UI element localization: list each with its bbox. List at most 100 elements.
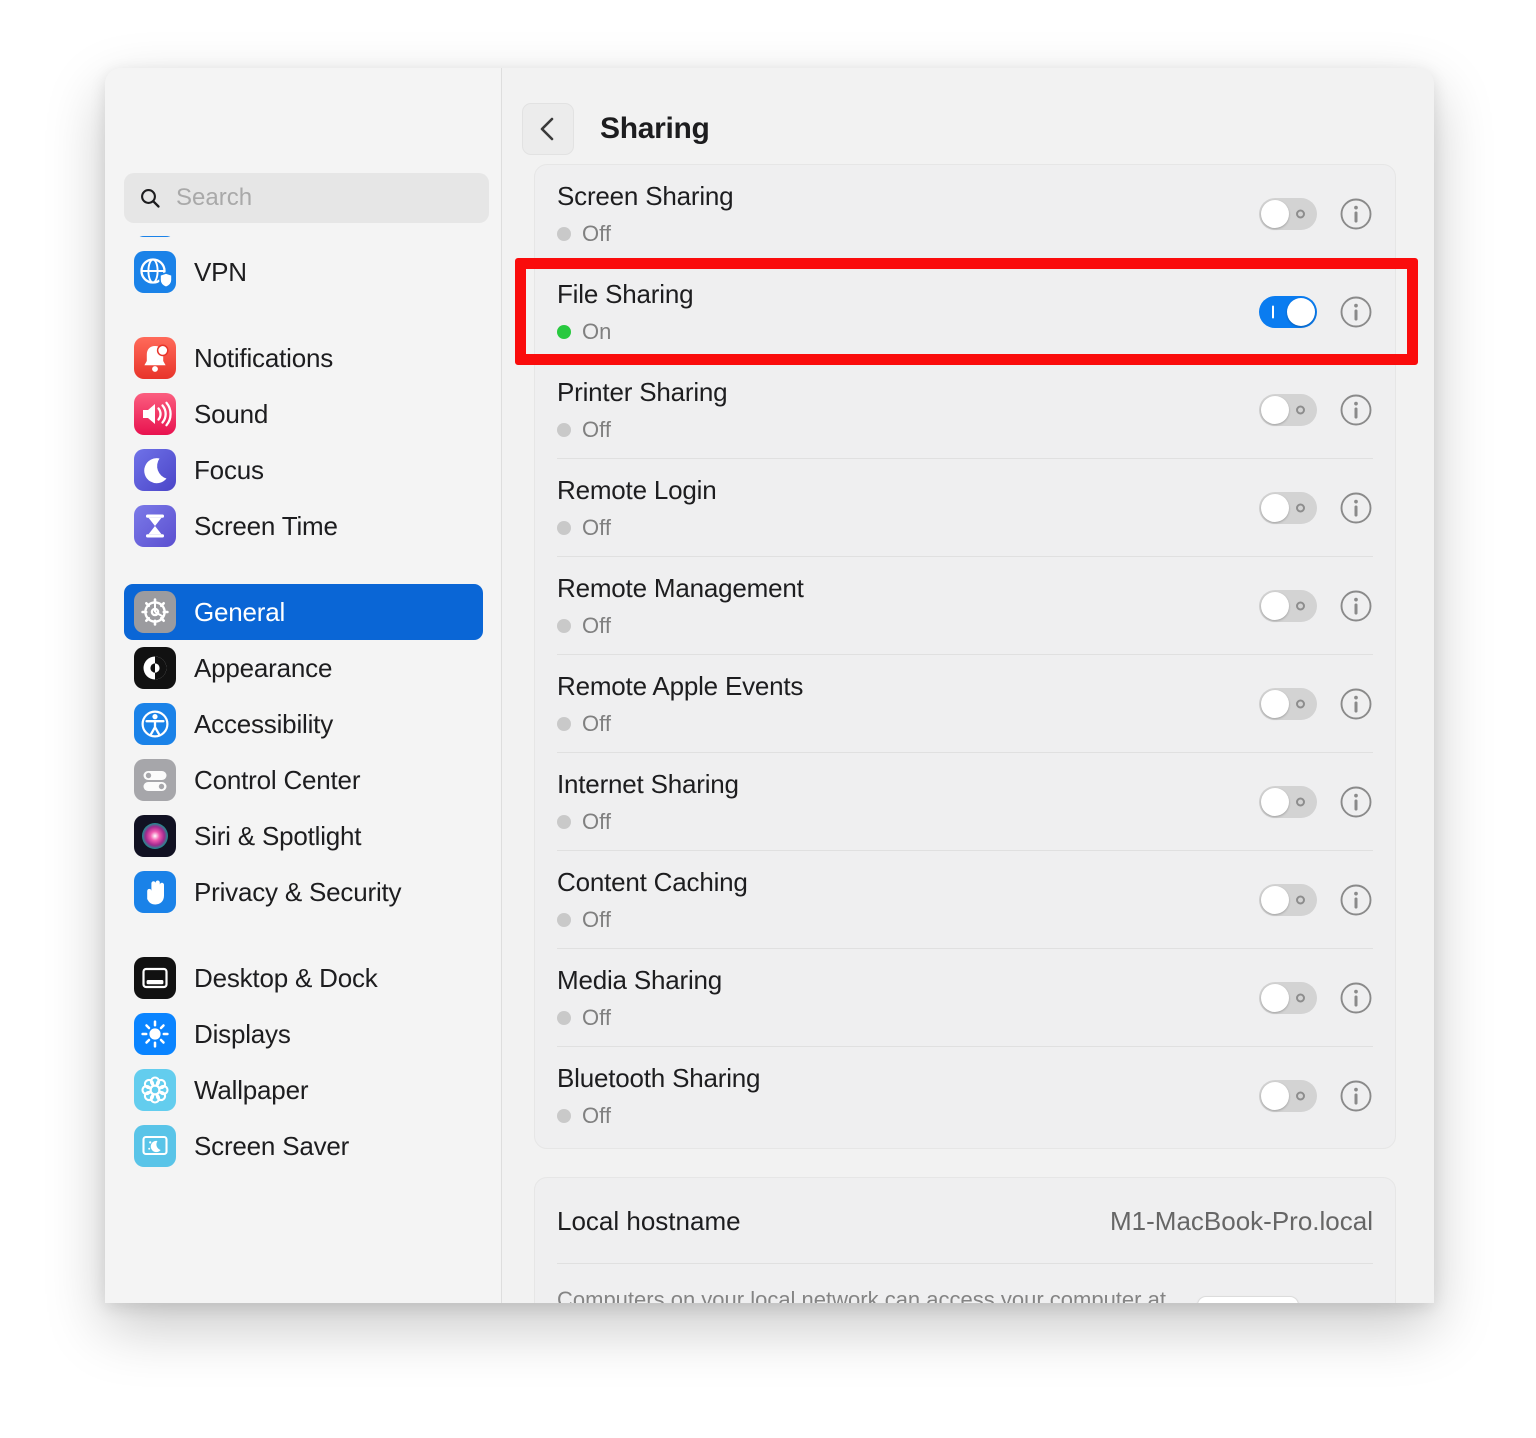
service-toggle[interactable] <box>1259 884 1317 916</box>
service-texts: Bluetooth Sharing Off <box>557 1063 1259 1129</box>
gear-icon <box>134 591 176 633</box>
toggle-mark <box>1296 601 1305 611</box>
sidebar-item-sound[interactable]: Sound <box>124 386 483 442</box>
status-label: Off <box>582 221 611 246</box>
toggle-mark <box>1296 209 1305 219</box>
sidebar-item-accessibility[interactable]: Accessibility <box>124 696 483 752</box>
service-toggle[interactable] <box>1259 590 1317 622</box>
accessibility-person-icon <box>134 703 176 745</box>
service-texts: Remote Management Off <box>557 573 1259 639</box>
service-controls <box>1259 295 1373 329</box>
sidebar-group-separator <box>124 920 483 950</box>
info-button[interactable] <box>1339 295 1373 329</box>
service-controls <box>1259 687 1373 721</box>
service-status: Off <box>557 1005 1259 1031</box>
info-button[interactable] <box>1339 491 1373 525</box>
brightness-sun-icon <box>134 1013 176 1055</box>
sidebar-item-network[interactable]: Network <box>124 236 483 244</box>
service-controls <box>1259 393 1373 427</box>
info-button[interactable] <box>1339 197 1373 231</box>
service-toggle[interactable] <box>1259 1080 1317 1112</box>
sharing-services-card: Screen Sharing Off File Sharing On Printer S… <box>534 164 1396 1149</box>
status-indicator-dot <box>557 423 571 437</box>
sidebar-scroll-area[interactable]: Network VPN Notifications Sound Focus Screen … <box>105 236 502 1303</box>
status-label: Off <box>582 1005 611 1030</box>
service-toggle[interactable] <box>1259 982 1317 1014</box>
sidebar-item-label: General <box>194 596 286 627</box>
service-toggle[interactable] <box>1259 786 1317 818</box>
info-button[interactable] <box>1339 981 1373 1015</box>
sidebar-item-privacy-security[interactable]: Privacy & Security <box>124 864 483 920</box>
status-label: On <box>582 319 612 344</box>
service-texts: Content Caching Off <box>557 867 1259 933</box>
wallpaper-flower-icon <box>134 1069 176 1111</box>
sidebar-item-label: VPN <box>194 256 247 287</box>
info-button[interactable] <box>1339 785 1373 819</box>
sidebar-item-displays[interactable]: Displays <box>124 1006 483 1062</box>
service-texts: Printer Sharing Off <box>557 377 1259 443</box>
sidebar-item-label: Focus <box>194 454 264 485</box>
status-label: Off <box>582 907 611 932</box>
service-toggle[interactable] <box>1259 296 1317 328</box>
status-label: Off <box>582 613 611 638</box>
service-toggle[interactable] <box>1259 198 1317 230</box>
sidebar-group-separator <box>124 300 483 330</box>
sidebar-item-wallpaper[interactable]: Wallpaper <box>124 1062 483 1118</box>
status-label: Off <box>582 711 611 736</box>
service-controls <box>1259 785 1373 819</box>
search-field[interactable] <box>124 173 489 223</box>
info-icon <box>1340 982 1372 1014</box>
info-icon <box>1340 590 1372 622</box>
status-label: Off <box>582 515 611 540</box>
info-button[interactable] <box>1339 883 1373 917</box>
status-indicator-dot <box>557 717 571 731</box>
appearance-contrast-icon <box>134 647 176 689</box>
sidebar-item-general[interactable]: General <box>124 584 483 640</box>
local-hostname-label: Local hostname <box>557 1205 741 1236</box>
status-indicator-dot <box>557 1109 571 1123</box>
hourglass-icon <box>134 505 176 547</box>
info-button[interactable] <box>1339 393 1373 427</box>
siri-orb-icon <box>134 815 176 857</box>
speaker-icon <box>134 393 176 435</box>
bell-icon <box>134 337 176 379</box>
info-button[interactable] <box>1339 1079 1373 1113</box>
service-status: Off <box>557 417 1259 443</box>
service-row: Internet Sharing Off <box>535 753 1395 851</box>
sidebar-item-label: Siri & Spotlight <box>194 820 362 851</box>
sidebar-item-siri-spotlight[interactable]: Siri & Spotlight <box>124 808 483 864</box>
search-icon <box>141 189 160 208</box>
sidebar-item-screen-saver[interactable]: Screen Saver <box>124 1118 483 1174</box>
sidebar-item-appearance[interactable]: Appearance <box>124 640 483 696</box>
service-toggle[interactable] <box>1259 394 1317 426</box>
info-button[interactable] <box>1339 687 1373 721</box>
edit-hostname-button[interactable]: Edit... <box>1197 1296 1299 1303</box>
service-controls <box>1259 589 1373 623</box>
service-texts: Remote Login Off <box>557 475 1259 541</box>
toggle-knob <box>1261 200 1289 228</box>
sidebar-item-notifications[interactable]: Notifications <box>124 330 483 386</box>
service-status: Off <box>557 907 1259 933</box>
search-input[interactable] <box>176 184 456 212</box>
toggle-mark <box>1296 405 1305 415</box>
info-icon <box>1340 492 1372 524</box>
sidebar-item-control-center[interactable]: Control Center <box>124 752 483 808</box>
back-button[interactable] <box>522 103 574 155</box>
service-texts: Remote Apple Events Off <box>557 671 1259 737</box>
service-toggle[interactable] <box>1259 492 1317 524</box>
service-controls <box>1259 981 1373 1015</box>
sidebar-item-screen-time[interactable]: Screen Time <box>124 498 483 554</box>
sidebar-item-focus[interactable]: Focus <box>124 442 483 498</box>
info-icon <box>1340 296 1372 328</box>
info-button[interactable] <box>1339 589 1373 623</box>
sidebar-item-vpn[interactable]: VPN <box>124 244 483 300</box>
service-status: Off <box>557 711 1259 737</box>
sidebar: Network VPN Notifications Sound Focus Screen … <box>105 68 502 1303</box>
appearance-contrast-icon <box>134 647 176 689</box>
service-name: File Sharing <box>557 279 694 309</box>
toggle-mark <box>1296 503 1305 513</box>
service-texts: Internet Sharing Off <box>557 769 1259 835</box>
sidebar-item-desktop-dock[interactable]: Desktop & Dock <box>124 950 483 1006</box>
sidebar-item-label: Control Center <box>194 764 361 795</box>
service-toggle[interactable] <box>1259 688 1317 720</box>
